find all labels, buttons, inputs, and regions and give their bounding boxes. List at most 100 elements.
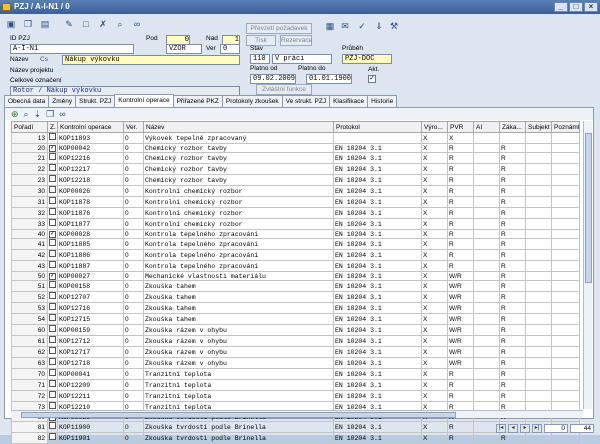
row-checkbox[interactable] (49, 186, 56, 194)
col-poradi[interactable]: Pořadí (11, 121, 48, 133)
row-checkbox[interactable] (49, 133, 56, 140)
last-record-button[interactable]: ▸| (532, 424, 542, 433)
table-row[interactable]: 42 KOP11886 0 Kontrola tepelného zpracování… (11, 249, 580, 262)
cell-z[interactable] (47, 185, 58, 198)
tab-protokoly-zkousek[interactable]: Protokoly zkoušek (221, 95, 283, 107)
maximize-button[interactable]: □ (569, 2, 583, 12)
cell-z[interactable]: ✓ (47, 142, 58, 154)
horizontal-scrollbar[interactable] (11, 410, 583, 418)
row-checkbox[interactable] (49, 303, 56, 311)
cell-z[interactable] (47, 357, 58, 370)
cell-z[interactable] (47, 390, 58, 403)
table-row[interactable]: 52 KOP12707 0 Zkouška tahem EN 10204 3.1 X W/R… (11, 291, 580, 304)
row-checkbox[interactable] (49, 358, 56, 366)
table-row[interactable]: 53 KOP12716 0 Zkouška tahem EN 10204 3.1 X W/R… (11, 302, 580, 315)
row-checkbox[interactable] (49, 164, 56, 172)
save-icon[interactable]: ▣ (4, 18, 18, 31)
col-vyrobce[interactable]: Výro... (421, 121, 448, 133)
new-icon[interactable]: □ (79, 18, 93, 31)
download-icon[interactable]: ⇓ (372, 20, 386, 33)
stav-field[interactable]: V práci (272, 54, 332, 64)
cell-z[interactable] (47, 249, 58, 262)
move-down-icon[interactable]: ⇣ (34, 109, 42, 119)
row-checkbox[interactable] (49, 336, 56, 344)
col-poznamka[interactable]: Poznámka (551, 121, 580, 133)
rezervace-button[interactable]: Rezervace (280, 35, 312, 46)
col-z[interactable]: Z. (47, 121, 58, 133)
stav-code-field[interactable]: 110 (250, 54, 270, 64)
col-protokol[interactable]: Protokol (333, 121, 422, 133)
tab-klasifikace[interactable]: Klasifikace (329, 95, 369, 107)
table-row[interactable]: 22 KOP12217 0 Chemický rozbor tavby EN 10204… (11, 163, 580, 176)
cell-z[interactable] (47, 280, 58, 293)
row-checkbox[interactable] (49, 369, 56, 377)
table-row[interactable]: 13 KOP11893 0 Výkovek tepelně zpracovaný X X (11, 132, 580, 144)
cell-z[interactable]: ✓ (47, 271, 58, 282)
platnost-od-field[interactable]: 09.02.2009 (250, 74, 296, 84)
col-ai[interactable]: AI (473, 121, 500, 133)
cell-z[interactable] (47, 313, 58, 326)
row-checkbox[interactable] (49, 250, 56, 258)
copy-icon[interactable]: ❐ (21, 18, 35, 31)
table-row[interactable]: 71 KOP12209 0 Tranzitní teplota EN 10204 3.1… (11, 379, 580, 392)
ver-field[interactable]: 0 (220, 44, 240, 54)
vertical-scrollbar[interactable] (583, 121, 592, 409)
cell-z[interactable] (47, 379, 58, 392)
cell-z[interactable] (47, 302, 58, 315)
cell-z[interactable] (47, 335, 58, 348)
link-icon[interactable]: ∞ (130, 18, 144, 31)
row-checkbox[interactable] (49, 239, 56, 247)
cell-z[interactable] (47, 260, 58, 273)
vzor-field[interactable]: VZOR (166, 44, 202, 54)
link-row-icon[interactable]: ∞ (59, 109, 65, 119)
table-row[interactable]: 20 ✓ KOP00042 0 Chemický rozbor tavby EN 1020… (11, 142, 580, 154)
platnost-do-field[interactable]: 01.01.1900 (306, 74, 352, 84)
print-icon[interactable]: ▦ (323, 20, 337, 33)
table-row[interactable]: 40 ✓ KOP00028 0 Kontrola tepelného zpracován… (11, 229, 580, 240)
id-field[interactable]: A-I-N1 (10, 44, 134, 54)
horizontal-scroll-thumb[interactable] (21, 412, 456, 418)
table-row[interactable]: 33 KOP11877 0 Kontrolní chemický rozbor EN 1… (11, 218, 580, 231)
tab-kontrolni-operace[interactable]: Kontrolní operace (114, 94, 174, 107)
table-row[interactable]: 61 KOP12712 0 Zkouška rázem v ohybu EN 10204… (11, 335, 580, 348)
row-checkbox[interactable] (49, 175, 56, 183)
row-checkbox[interactable] (49, 347, 56, 355)
row-checkbox[interactable] (49, 281, 56, 289)
nazev-field[interactable]: Nákup výkovku (62, 55, 240, 65)
edit-icon[interactable]: ✎ (62, 18, 76, 31)
find-icon[interactable]: ⌕ (24, 109, 29, 119)
table-row[interactable]: 21 KOP12216 0 Chemický rozbor tavby EN 10204… (11, 152, 580, 165)
table-row[interactable]: 70 KOP00041 0 Tranzitní teplota EN 10204 3.1… (11, 368, 580, 381)
table-row[interactable]: 41 KOP11885 0 Kontrola tepelného zpracování… (11, 238, 580, 251)
cell-z[interactable] (47, 324, 58, 337)
table-row[interactable]: 50 ✓ KOP00027 0 Mechanické vlastnosti materi… (11, 271, 580, 282)
table-row[interactable]: 51 KOP00158 0 Zkouška tahem EN 10204 3.1 X W/R… (11, 280, 580, 293)
check-icon[interactable]: ✓ (355, 20, 369, 33)
mail-icon[interactable]: ✉ (338, 20, 352, 33)
language-icon[interactable]: Cs (40, 56, 48, 63)
table-row[interactable]: 23 KOP12218 0 Chemický rozbor tavby EN 10204… (11, 174, 580, 187)
cell-z[interactable]: ✓ (47, 229, 58, 240)
col-pvr[interactable]: PVR (447, 121, 474, 133)
cell-z[interactable] (47, 132, 58, 144)
row-checkbox[interactable]: ✓ (49, 230, 56, 238)
next-record-button[interactable]: ▸ (520, 424, 530, 433)
col-nazev[interactable]: Název (143, 121, 334, 133)
row-checkbox[interactable] (49, 380, 56, 388)
table-row[interactable]: 31 KOP11878 0 Kontrolní chemický rozbor EN 1… (11, 196, 580, 209)
row-checkbox[interactable] (49, 153, 56, 161)
akt-checkbox[interactable]: ✓ (368, 75, 376, 83)
row-checkbox[interactable] (49, 208, 56, 216)
row-checkbox[interactable] (49, 314, 56, 322)
tab-prirazene-pkz[interactable]: Přiřazené PKZ (172, 95, 223, 107)
tab-zmeny[interactable]: Změny (48, 95, 77, 107)
table-row[interactable]: 60 KOP00159 0 Zkouška rázem v ohybu EN 10204… (11, 324, 580, 337)
table-row[interactable]: 63 KOP12718 0 Zkouška rázem v ohybu EN 10204… (11, 357, 580, 370)
cell-z[interactable] (47, 346, 58, 359)
row-checkbox[interactable]: ✓ (49, 272, 56, 280)
zvlastni-funkce-button[interactable]: Zvláštní funkce (256, 84, 312, 95)
cell-z[interactable] (47, 291, 58, 304)
tools-icon[interactable]: ⚒ (387, 20, 401, 33)
row-checkbox[interactable] (49, 197, 56, 205)
row-checkbox[interactable]: ✓ (49, 144, 56, 152)
